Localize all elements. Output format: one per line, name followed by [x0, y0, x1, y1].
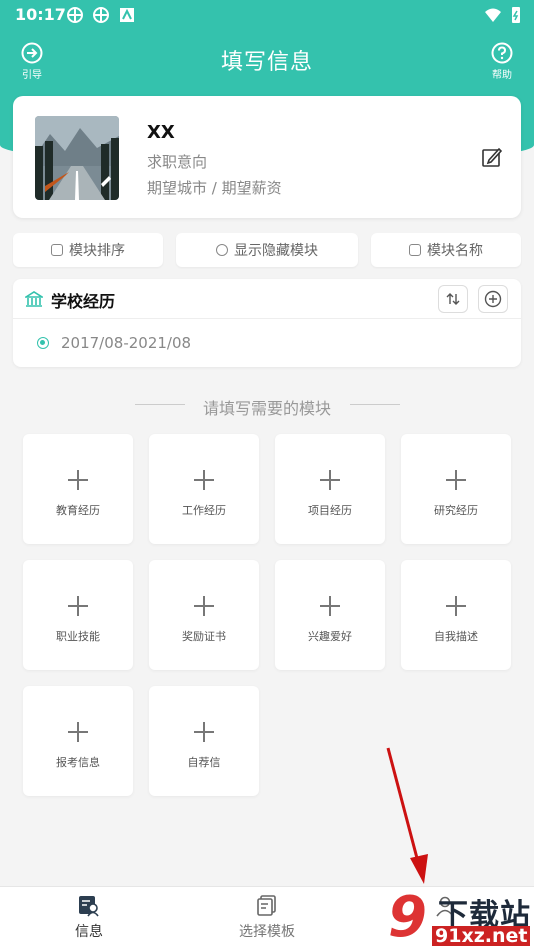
nav-template-label: 选择模板: [239, 924, 295, 940]
avatar[interactable]: [35, 116, 119, 200]
help-label: 帮助: [492, 70, 512, 81]
plus-icon: [320, 470, 340, 490]
battery-icon: [512, 7, 520, 23]
add-entry-button[interactable]: [478, 285, 508, 313]
plus-icon: [446, 596, 466, 616]
plus-icon: [194, 470, 214, 490]
module-tile-self-description[interactable]: 自我描述: [401, 560, 511, 670]
page-title: 填写信息: [220, 50, 313, 75]
watermark-logo: 9 下载站 91xz.net: [388, 886, 534, 950]
nav-info[interactable]: 信息: [29, 895, 149, 941]
help-button[interactable]: 帮助: [480, 42, 524, 81]
module-label: 奖励证书: [182, 630, 226, 643]
module-label: 项目经历: [308, 504, 352, 517]
module-tile-exam-info[interactable]: 报考信息: [23, 686, 133, 796]
divider-right: [350, 404, 400, 405]
show-hide-label: 显示隐藏模块: [234, 243, 318, 259]
rename-icon: [409, 244, 421, 256]
module-label: 兴趣爱好: [308, 630, 352, 643]
module-tile-skills[interactable]: 职业技能: [23, 560, 133, 670]
app-notification-icon: [67, 7, 83, 23]
school-icon: [25, 291, 43, 307]
plus-icon: [320, 596, 340, 616]
reorder-button[interactable]: [438, 285, 468, 313]
module-sort-button[interactable]: 模块排序: [13, 233, 163, 267]
app-header: 引导 填写信息 帮助: [0, 40, 534, 88]
plus-icon: [194, 596, 214, 616]
plus-icon: [446, 470, 466, 490]
module-name-button[interactable]: 模块名称: [371, 233, 521, 267]
module-tile-awards[interactable]: 奖励证书: [149, 560, 259, 670]
city-salary: 期望城市 / 期望薪资: [147, 179, 282, 197]
module-tile-education[interactable]: 教育经历: [23, 434, 133, 544]
profile-doc-icon: [79, 896, 99, 917]
module-tile-work[interactable]: 工作经历: [149, 434, 259, 544]
nav-select-template[interactable]: 选择模板: [207, 895, 327, 941]
module-label: 自我描述: [434, 630, 478, 643]
school-header: 学校经历: [13, 279, 521, 319]
module-tile-project[interactable]: 项目经历: [275, 434, 385, 544]
module-label: 工作经历: [182, 504, 226, 517]
watermark-mark: 9: [388, 885, 427, 950]
plus-circle-icon: [484, 290, 502, 308]
nav-info-label: 信息: [75, 924, 103, 940]
module-label: 自荐信: [187, 756, 221, 769]
profile-name: XX: [147, 122, 175, 143]
status-time: 10:17: [15, 5, 66, 24]
plus-icon: [68, 722, 88, 742]
sort-icon: [51, 244, 63, 256]
profile-card[interactable]: XX 求职意向 期望城市 / 期望薪资: [13, 96, 521, 218]
module-name-label: 模块名称: [427, 243, 483, 259]
plus-icon: [68, 596, 88, 616]
swap-vertical-icon: [446, 293, 460, 305]
module-tile-research[interactable]: 研究经历: [401, 434, 511, 544]
entry-marker: [37, 337, 49, 349]
module-tile-cover-letter[interactable]: 自荐信: [149, 686, 259, 796]
status-bar: 10:17: [0, 0, 534, 30]
module-label: 教育经历: [56, 504, 100, 517]
modules-prompt: 请填写需要的模块: [202, 399, 331, 418]
template-icon: [257, 895, 276, 916]
edit-icon[interactable]: [481, 146, 503, 168]
eye-icon: [216, 244, 228, 256]
watermark-text-bottom: 91xz.net: [432, 926, 531, 946]
module-label: 报考信息: [56, 756, 100, 769]
school-experience-card[interactable]: 学校经历 2017/08-2021/08: [13, 279, 521, 367]
module-tile-hobbies[interactable]: 兴趣爱好: [275, 560, 385, 670]
module-label: 职业技能: [56, 630, 100, 643]
avatar-photo: [35, 116, 119, 200]
module-label: 研究经历: [434, 504, 478, 517]
plus-icon: [194, 722, 214, 742]
app-notification-icon: [93, 7, 109, 23]
job-intent: 求职意向: [147, 153, 208, 171]
app-notification-icon: [120, 8, 134, 22]
wifi-icon: [485, 8, 501, 22]
help-icon: [491, 42, 513, 64]
school-entry[interactable]: 2017/08-2021/08: [61, 334, 191, 352]
module-sort-label: 模块排序: [69, 243, 125, 259]
school-title: 学校经历: [51, 292, 116, 311]
show-hide-modules-button[interactable]: 显示隐藏模块: [176, 233, 358, 267]
plus-icon: [68, 470, 88, 490]
